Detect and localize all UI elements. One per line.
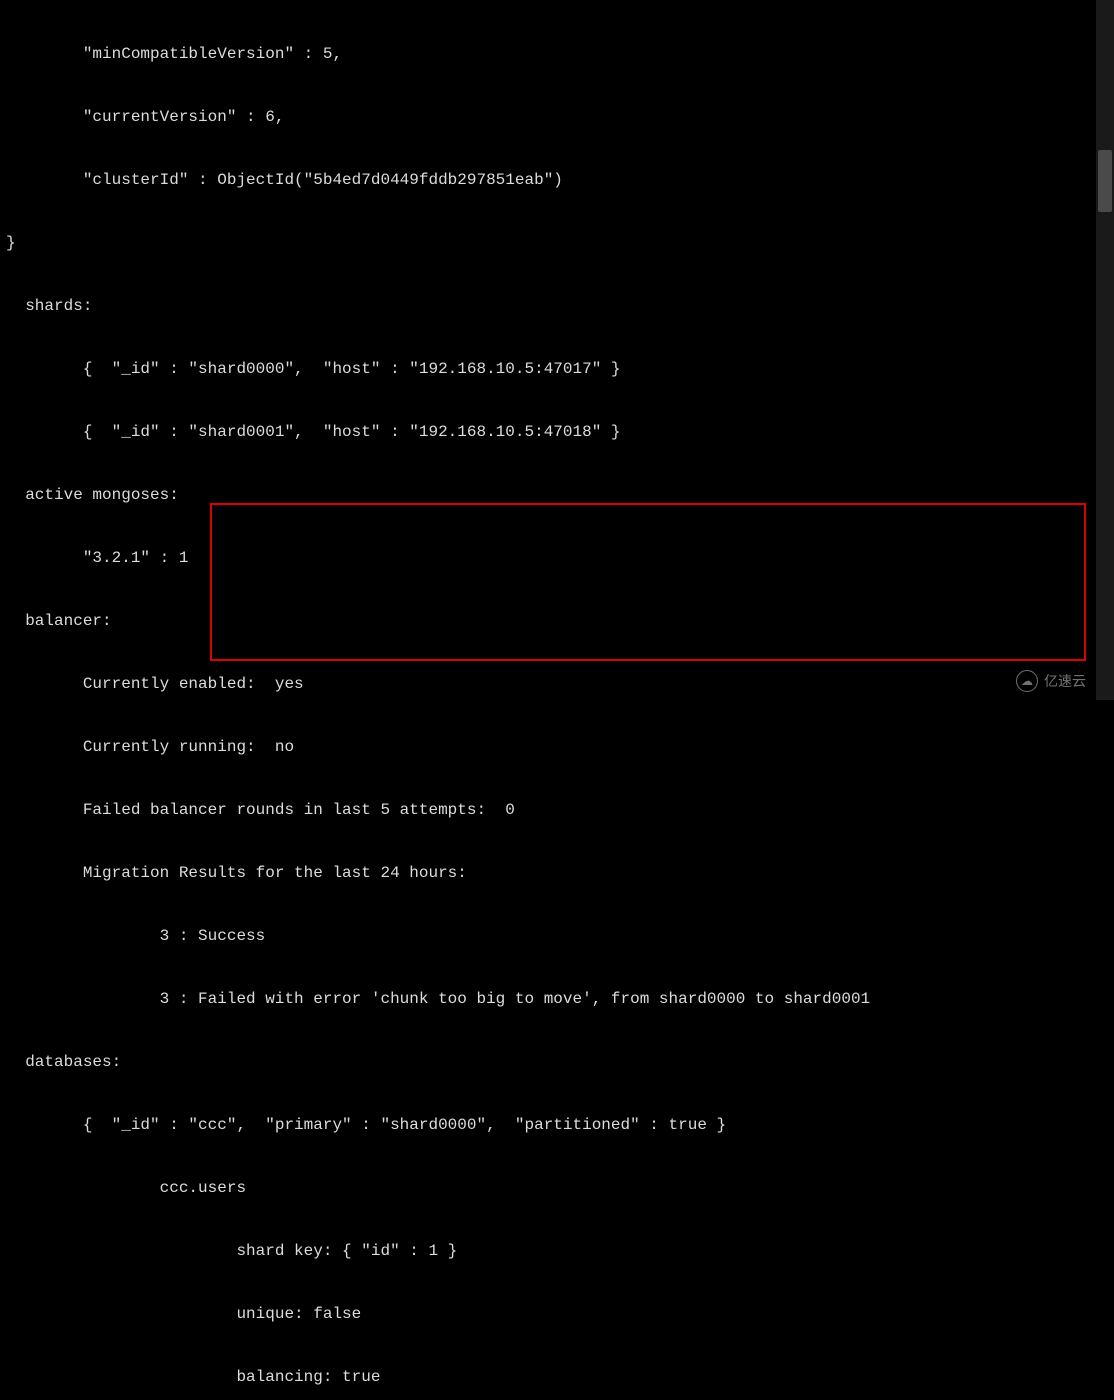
output-line: Migration Results for the last 24 hours:	[6, 863, 1108, 884]
cloud-icon: ☁	[1016, 670, 1038, 692]
output-line: Currently enabled: yes	[6, 674, 1108, 695]
output-line: "3.2.1" : 1	[6, 548, 1108, 569]
output-line: Currently running: no	[6, 737, 1108, 758]
watermark-text: 亿速云	[1044, 671, 1086, 692]
scrollbar[interactable]	[1096, 0, 1114, 700]
scrollbar-thumb[interactable]	[1098, 150, 1112, 212]
output-line: databases:	[6, 1052, 1108, 1073]
output-line: "minCompatibleVersion" : 5,	[6, 44, 1108, 65]
output-line: Failed balancer rounds in last 5 attempt…	[6, 800, 1108, 821]
output-line: active mongoses:	[6, 485, 1108, 506]
output-line: "currentVersion" : 6,	[6, 107, 1108, 128]
output-line: 3 : Failed with error 'chunk too big to …	[6, 989, 1108, 1010]
output-line: { "_id" : "shard0001", "host" : "192.168…	[6, 422, 1108, 443]
output-line: balancer:	[6, 611, 1108, 632]
output-line: 3 : Success	[6, 926, 1108, 947]
terminal-output[interactable]: "minCompatibleVersion" : 5, "currentVers…	[0, 0, 1114, 1400]
output-line: shards:	[6, 296, 1108, 317]
output-line: unique: false	[6, 1304, 1108, 1325]
watermark: ☁ 亿速云	[1016, 670, 1086, 692]
output-line: balancing: true	[6, 1367, 1108, 1388]
output-line: { "_id" : "shard0000", "host" : "192.168…	[6, 359, 1108, 380]
output-line: { "_id" : "ccc", "primary" : "shard0000"…	[6, 1115, 1108, 1136]
output-line: }	[6, 233, 1108, 254]
output-line: "clusterId" : ObjectId("5b4ed7d0449fddb2…	[6, 170, 1108, 191]
output-line: ccc.users	[6, 1178, 1108, 1199]
output-line: shard key: { "id" : 1 }	[6, 1241, 1108, 1262]
